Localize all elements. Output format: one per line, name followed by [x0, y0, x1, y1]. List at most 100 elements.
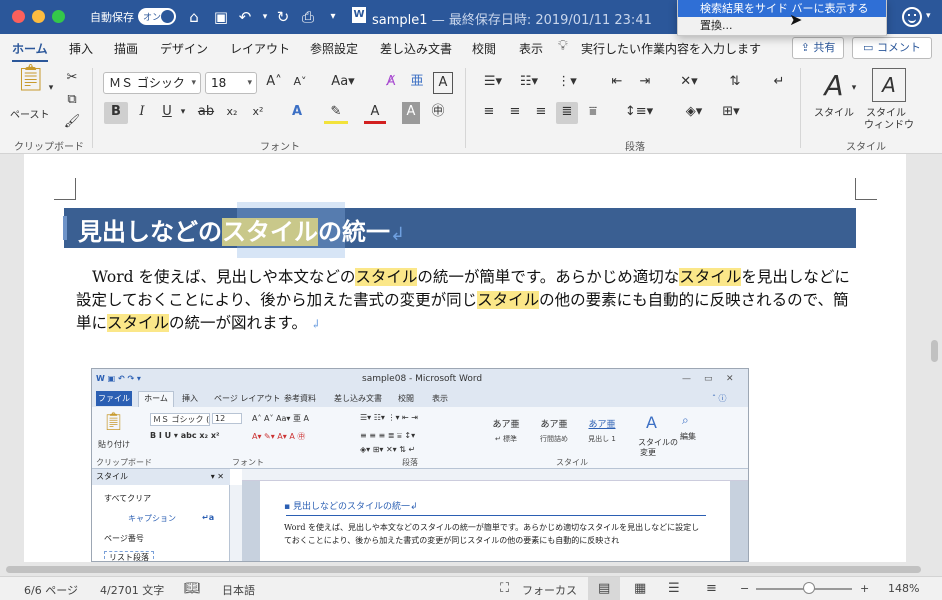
share-button[interactable]: ⇪ 共有 [792, 37, 844, 59]
show-marks-icon[interactable]: ↵ [768, 72, 790, 94]
vertical-scrollbar-thumb[interactable] [931, 340, 938, 362]
tab-layout[interactable]: レイアウト [230, 40, 290, 57]
body-paragraph[interactable]: Word を使えば、見出しや本文などのスタイルの統一が簡単です。あらかじめ適切な… [76, 266, 852, 336]
tab-design[interactable]: デザイン [160, 40, 208, 57]
zoom-slider-thumb[interactable] [803, 582, 815, 594]
page-count[interactable]: 6/6 ページ [24, 582, 78, 598]
cut-icon[interactable]: ✂ [62, 68, 82, 90]
styles-dropdown-icon[interactable]: ▾ [848, 78, 860, 100]
subscript-button[interactable]: x₂ [221, 102, 243, 124]
bold-button[interactable]: B [104, 102, 128, 124]
zoom-out-button[interactable]: − [740, 582, 749, 595]
embedded-tabs: ファイル ホーム 挿入 ページ レイアウト 参考資料 差し込み文書 校閲 表示 … [92, 391, 748, 407]
focus-label[interactable]: フォーカス [522, 582, 577, 598]
proofing-icon[interactable]: 📖︎ [184, 581, 201, 596]
embedded-screenshot-image[interactable]: W ▣ ↶ ↷ ▾ sample08 - Microsoft Word — ▭ … [91, 368, 749, 562]
enclose-characters-icon[interactable]: ㊥ [428, 102, 448, 124]
word-count[interactable]: 4/2701 文字 [100, 582, 164, 598]
heading-text[interactable]: 見出しなどのスタイルの統一↲ [78, 212, 405, 247]
styles-label[interactable]: スタイル [814, 104, 854, 119]
minimize-window-button[interactable] [32, 10, 45, 23]
align-left-icon[interactable]: ≡ [478, 102, 500, 124]
character-shading-icon[interactable]: A [402, 102, 420, 124]
phonetic-guide-icon[interactable]: 亜 [406, 72, 428, 94]
grow-font-icon[interactable]: A˄ [263, 72, 285, 94]
tab-review[interactable]: 校閲 [472, 40, 496, 57]
comment-button[interactable]: ▭ コメント [852, 37, 932, 59]
bullets-icon[interactable]: ☰▾ [478, 72, 508, 94]
paste-dropdown-icon[interactable]: ▾ [46, 78, 56, 100]
shrink-font-icon[interactable]: A˅ [289, 72, 311, 94]
redo-icon[interactable]: ↻ [272, 6, 294, 28]
numbering-icon[interactable]: ☷▾ [514, 72, 544, 94]
embedded-ribbon: 📋︎ 貼り付け ＭＳ ゴシック ( 12 A˄ A˅ Aa▾ 亜 A B I U… [92, 407, 748, 469]
justify-icon[interactable]: ≣ [556, 102, 578, 124]
styles-pane-label-2[interactable]: ウィンドウ [864, 116, 914, 131]
styles-pane-icon[interactable]: A [872, 68, 906, 102]
superscript-button[interactable]: x² [247, 102, 269, 124]
line-spacing-icon[interactable]: ↕≡▾ [622, 102, 656, 124]
horizontal-scrollbar-thumb[interactable] [6, 566, 921, 573]
style-sample: あア亜 [492, 420, 520, 430]
underline-dropdown-icon[interactable]: ▾ [178, 102, 188, 124]
undo-icon[interactable]: ↶ [234, 6, 256, 28]
format-painter-icon[interactable]: 🖌︎ [62, 112, 82, 134]
tab-home[interactable]: ホーム [12, 40, 48, 63]
italic-button[interactable]: I [131, 102, 153, 124]
print-icon[interactable]: ⎙ [297, 6, 319, 28]
multilevel-list-icon[interactable]: ⋮▾ [552, 72, 582, 94]
zoom-in-button[interactable]: + [860, 582, 869, 595]
outline-view-icon[interactable]: ☰ [668, 581, 680, 596]
strikethrough-button[interactable]: ab [195, 102, 217, 124]
change-case-icon[interactable]: Aa▾ [328, 72, 358, 94]
save-icon[interactable]: ▣ [210, 6, 232, 28]
tab-mailings[interactable]: 差し込み文書 [380, 40, 452, 57]
zoom-level[interactable]: 148% [888, 582, 919, 595]
copy-icon[interactable]: ⧉ [62, 90, 82, 112]
document-page[interactable]: 見出しなどのスタイルの統一↲ Word を使えば、見出しや本文などのスタイルの統… [24, 154, 906, 562]
horizontal-scrollbar[interactable] [0, 562, 942, 576]
menu-item-replace[interactable]: 置換... [678, 17, 886, 34]
tab-draw[interactable]: 描画 [114, 40, 138, 57]
clear-formatting-icon[interactable]: A̸ [380, 72, 402, 94]
paste-label[interactable]: ペースト [10, 106, 50, 121]
draft-view-icon[interactable]: ≡ [706, 581, 717, 596]
increase-indent-icon[interactable]: ⇥ [634, 72, 656, 94]
shading-icon[interactable]: ◈▾ [680, 102, 708, 124]
tab-view[interactable]: 表示 [519, 40, 543, 57]
align-right-icon[interactable]: ≡ [530, 102, 552, 124]
embedded-doc-page: ▪ 見出しなどのスタイルの統一↲ Word を使えば、見出しや本文などのスタイル… [260, 481, 730, 561]
close-window-button[interactable] [12, 10, 25, 23]
embedded-style-heading1: あア亜 見出し 1 [580, 417, 624, 453]
sort-icon[interactable]: ⇅ [724, 72, 746, 94]
customize-icon[interactable]: ▾ [322, 6, 344, 28]
chevron-down-icon[interactable]: ▾ [926, 11, 931, 21]
autosave-toggle[interactable]: オン [138, 8, 176, 25]
print-layout-icon[interactable]: ▤ [598, 581, 610, 596]
character-border-icon[interactable]: A [433, 72, 453, 94]
highlight-color-icon[interactable]: ✎ [324, 102, 348, 124]
tab-insert[interactable]: 挿入 [69, 40, 93, 57]
borders-icon[interactable]: ⊞▾ [714, 102, 748, 124]
zoom-window-button[interactable] [52, 10, 65, 23]
tab-references[interactable]: 参照設定 [310, 40, 358, 57]
focus-icon[interactable]: ⛶ [500, 581, 509, 596]
smiley-feedback-icon[interactable] [902, 7, 922, 27]
embedded-help-icon: ˆ ⓘ [712, 394, 727, 403]
font-name-select[interactable]: ＭＳ ゴシック ▾ [103, 72, 201, 94]
paste-icon[interactable]: 📋︎ [14, 65, 47, 102]
tell-me-search[interactable]: 実行したい作業内容を入力します [581, 40, 761, 57]
decrease-indent-icon[interactable]: ⇤ [606, 72, 628, 94]
underline-button[interactable]: U [156, 102, 178, 124]
ribbon: 📋︎ ▾ ペースト ✂ ⧉ 🖌︎ クリップボード ＭＳ ゴシック ▾ 18 ▾ A˄… [0, 62, 942, 154]
home-icon[interactable]: ⌂ [183, 6, 205, 28]
asian-layout-icon[interactable]: ✕▾ [674, 72, 704, 94]
menu-item-show-in-sidebar[interactable]: 検索結果をサイド バーに表示する [678, 0, 886, 17]
language[interactable]: 日本語 [222, 582, 255, 598]
web-layout-icon[interactable]: ▦ [634, 581, 646, 596]
text-effects-icon[interactable]: A [286, 102, 308, 124]
font-size-select[interactable]: 18 ▾ [205, 72, 257, 94]
distributed-icon[interactable]: ⩸ [582, 102, 604, 124]
font-color-icon[interactable]: A [364, 102, 386, 124]
align-center-icon[interactable]: ≡ [504, 102, 526, 124]
